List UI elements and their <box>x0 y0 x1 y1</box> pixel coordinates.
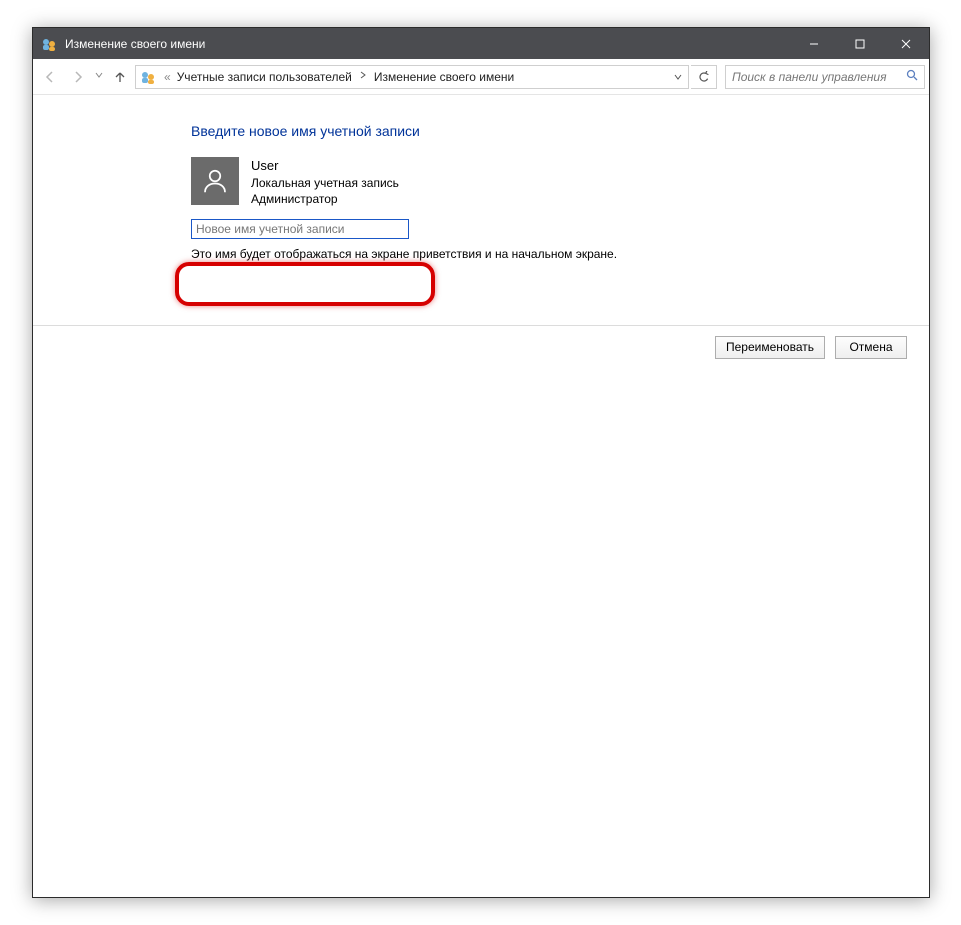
recent-locations-dropdown[interactable] <box>95 71 103 82</box>
minimize-button[interactable] <box>791 28 837 59</box>
close-button[interactable] <box>883 28 929 59</box>
rename-button[interactable]: Переименовать <box>715 336 825 359</box>
hint-text: Это имя будет отображаться на экране при… <box>191 247 929 261</box>
user-name: User <box>251 157 399 175</box>
breadcrumb-item[interactable]: Учетные записи пользователей <box>177 70 352 84</box>
refresh-button[interactable] <box>691 65 717 89</box>
user-role: Администратор <box>251 191 399 207</box>
content-area: Введите новое имя учетной записи User Ло… <box>33 95 929 897</box>
avatar <box>191 157 239 205</box>
user-accounts-icon <box>41 36 57 52</box>
breadcrumb-icon <box>140 69 156 85</box>
user-details: User Локальная учетная запись Администра… <box>251 157 399 207</box>
up-button[interactable] <box>107 64 133 90</box>
navigation-bar: « Учетные записи пользователей Изменение… <box>33 59 929 95</box>
cancel-button[interactable]: Отмена <box>835 336 907 359</box>
search-icon <box>906 69 918 84</box>
forward-button[interactable] <box>65 64 91 90</box>
maximize-button[interactable] <box>837 28 883 59</box>
button-bar: Переименовать Отмена <box>33 325 929 369</box>
search-input[interactable]: Поиск в панели управления <box>725 65 925 89</box>
chevron-right-icon[interactable] <box>358 71 368 82</box>
user-info-block: User Локальная учетная запись Администра… <box>191 157 929 207</box>
back-button[interactable] <box>37 64 63 90</box>
breadcrumb-item[interactable]: Изменение своего имени <box>374 70 514 84</box>
window-title: Изменение своего имени <box>65 37 205 51</box>
page-heading: Введите новое имя учетной записи <box>191 123 929 139</box>
new-account-name-input[interactable] <box>191 219 409 239</box>
title-bar: Изменение своего имени <box>33 28 929 59</box>
control-panel-window: Изменение своего имени « <box>32 27 930 898</box>
breadcrumb-prefix: « <box>164 70 171 84</box>
address-dropdown-icon[interactable] <box>667 73 688 81</box>
address-bar[interactable]: « Учетные записи пользователей Изменение… <box>135 65 689 89</box>
search-placeholder: Поиск в панели управления <box>732 70 887 84</box>
annotation-highlight <box>175 262 435 306</box>
user-account-type: Локальная учетная запись <box>251 175 399 191</box>
